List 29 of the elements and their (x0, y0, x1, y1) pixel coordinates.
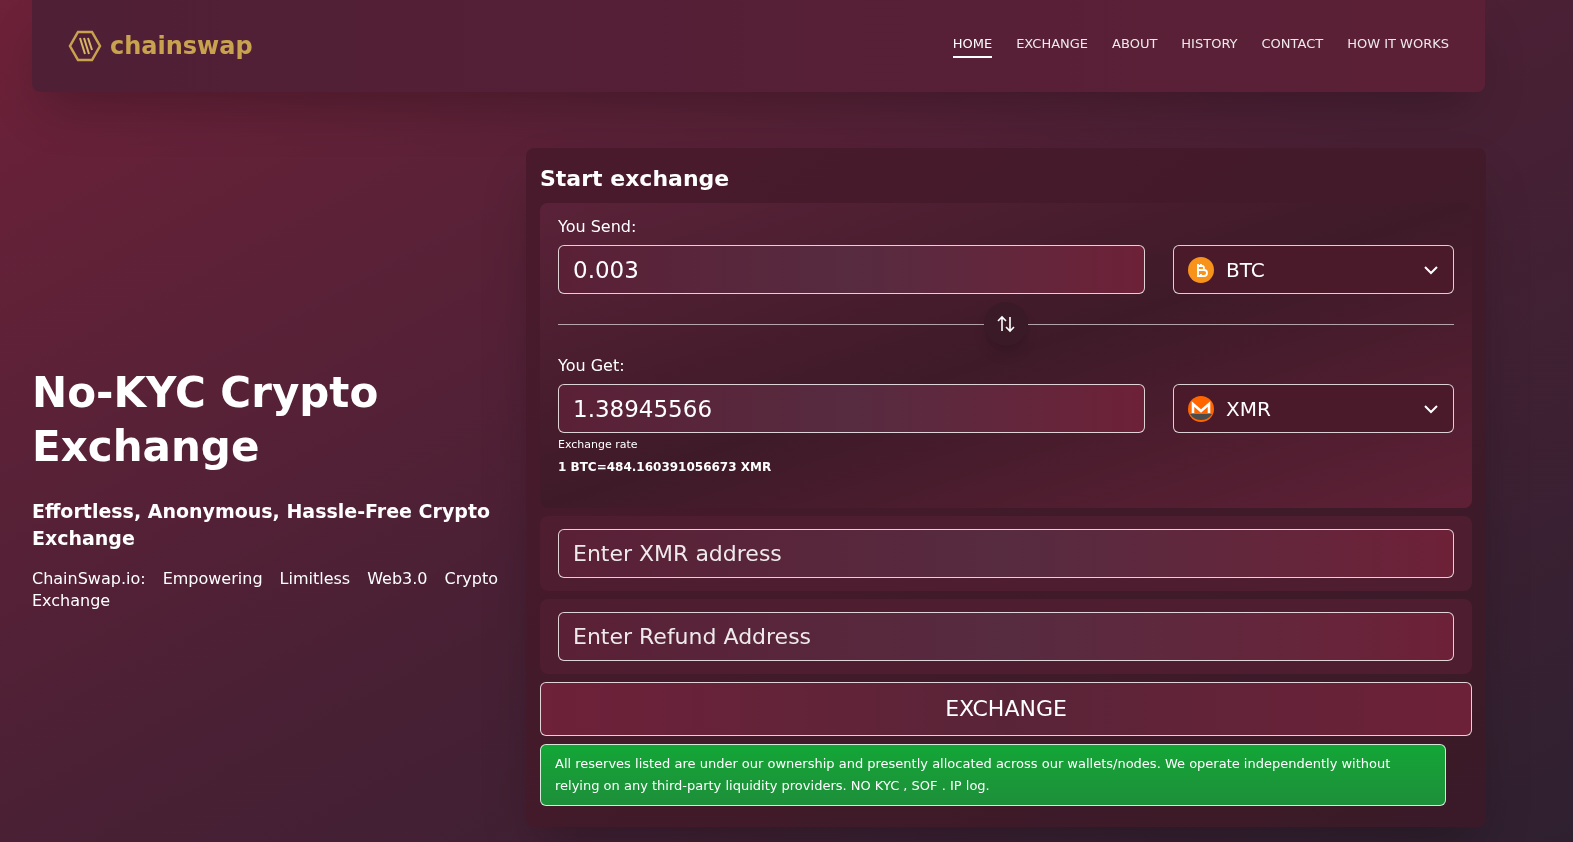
monero-coin-icon (1188, 395, 1214, 422)
field-label: You Send: (558, 216, 638, 238)
rate-label: Exchange rate (558, 437, 639, 453)
nav-link[interactable]: HOME (952, 34, 993, 58)
nav-link[interactable]: ABOUT (1112, 34, 1158, 58)
nav-link[interactable]: HISTORY (1181, 34, 1238, 58)
chevron-down-icon (1423, 264, 1439, 275)
hero-title: No-KYC Crypto Exchange (32, 367, 380, 473)
hero-subtitle: Effortless, Anonymous, Hassle-Free Crypto Exchange (32, 499, 492, 551)
amount-field[interactable]: 1.38945566 (558, 384, 1145, 433)
chevron-down-icon (1423, 403, 1439, 414)
field-label: You Get: (558, 355, 626, 377)
logo-text[interactable]: chainswap (110, 28, 253, 64)
hero-description: ChainSwap.io: Empowering Limitless Web3.0 Crypto Exchange (32, 568, 498, 612)
nav-link[interactable]: CONTACT (1261, 34, 1324, 58)
card-title: Start exchange (540, 165, 731, 193)
exchange-button[interactable]: EXCHANGE (540, 681, 1472, 736)
address-field[interactable]: Enter Refund Address (558, 611, 1454, 661)
nav-link[interactable]: EXCHANGE (1016, 34, 1089, 58)
swap-arrows-icon (996, 315, 1016, 333)
nav-link[interactable]: HOW IT WORKS (1347, 34, 1449, 58)
logo-icon (68, 28, 104, 64)
amount-field[interactable]: 0.003 (558, 245, 1145, 294)
notice-banner: All reserves listed are under our ownership and presently allocated across our wallets/nodes. We operate independently without relying on any third-party liquidity providers. NO KYC , SOF . IP log. (540, 743, 1446, 806)
currency-select[interactable]: XMR (1173, 384, 1454, 433)
currency-select[interactable]: BTC (1173, 245, 1454, 294)
address-field[interactable]: Enter XMR address (558, 528, 1454, 578)
rate-value: 1 BTC=484.160391056673 XMR (558, 458, 773, 476)
bitcoin-coin-icon (1188, 256, 1214, 283)
